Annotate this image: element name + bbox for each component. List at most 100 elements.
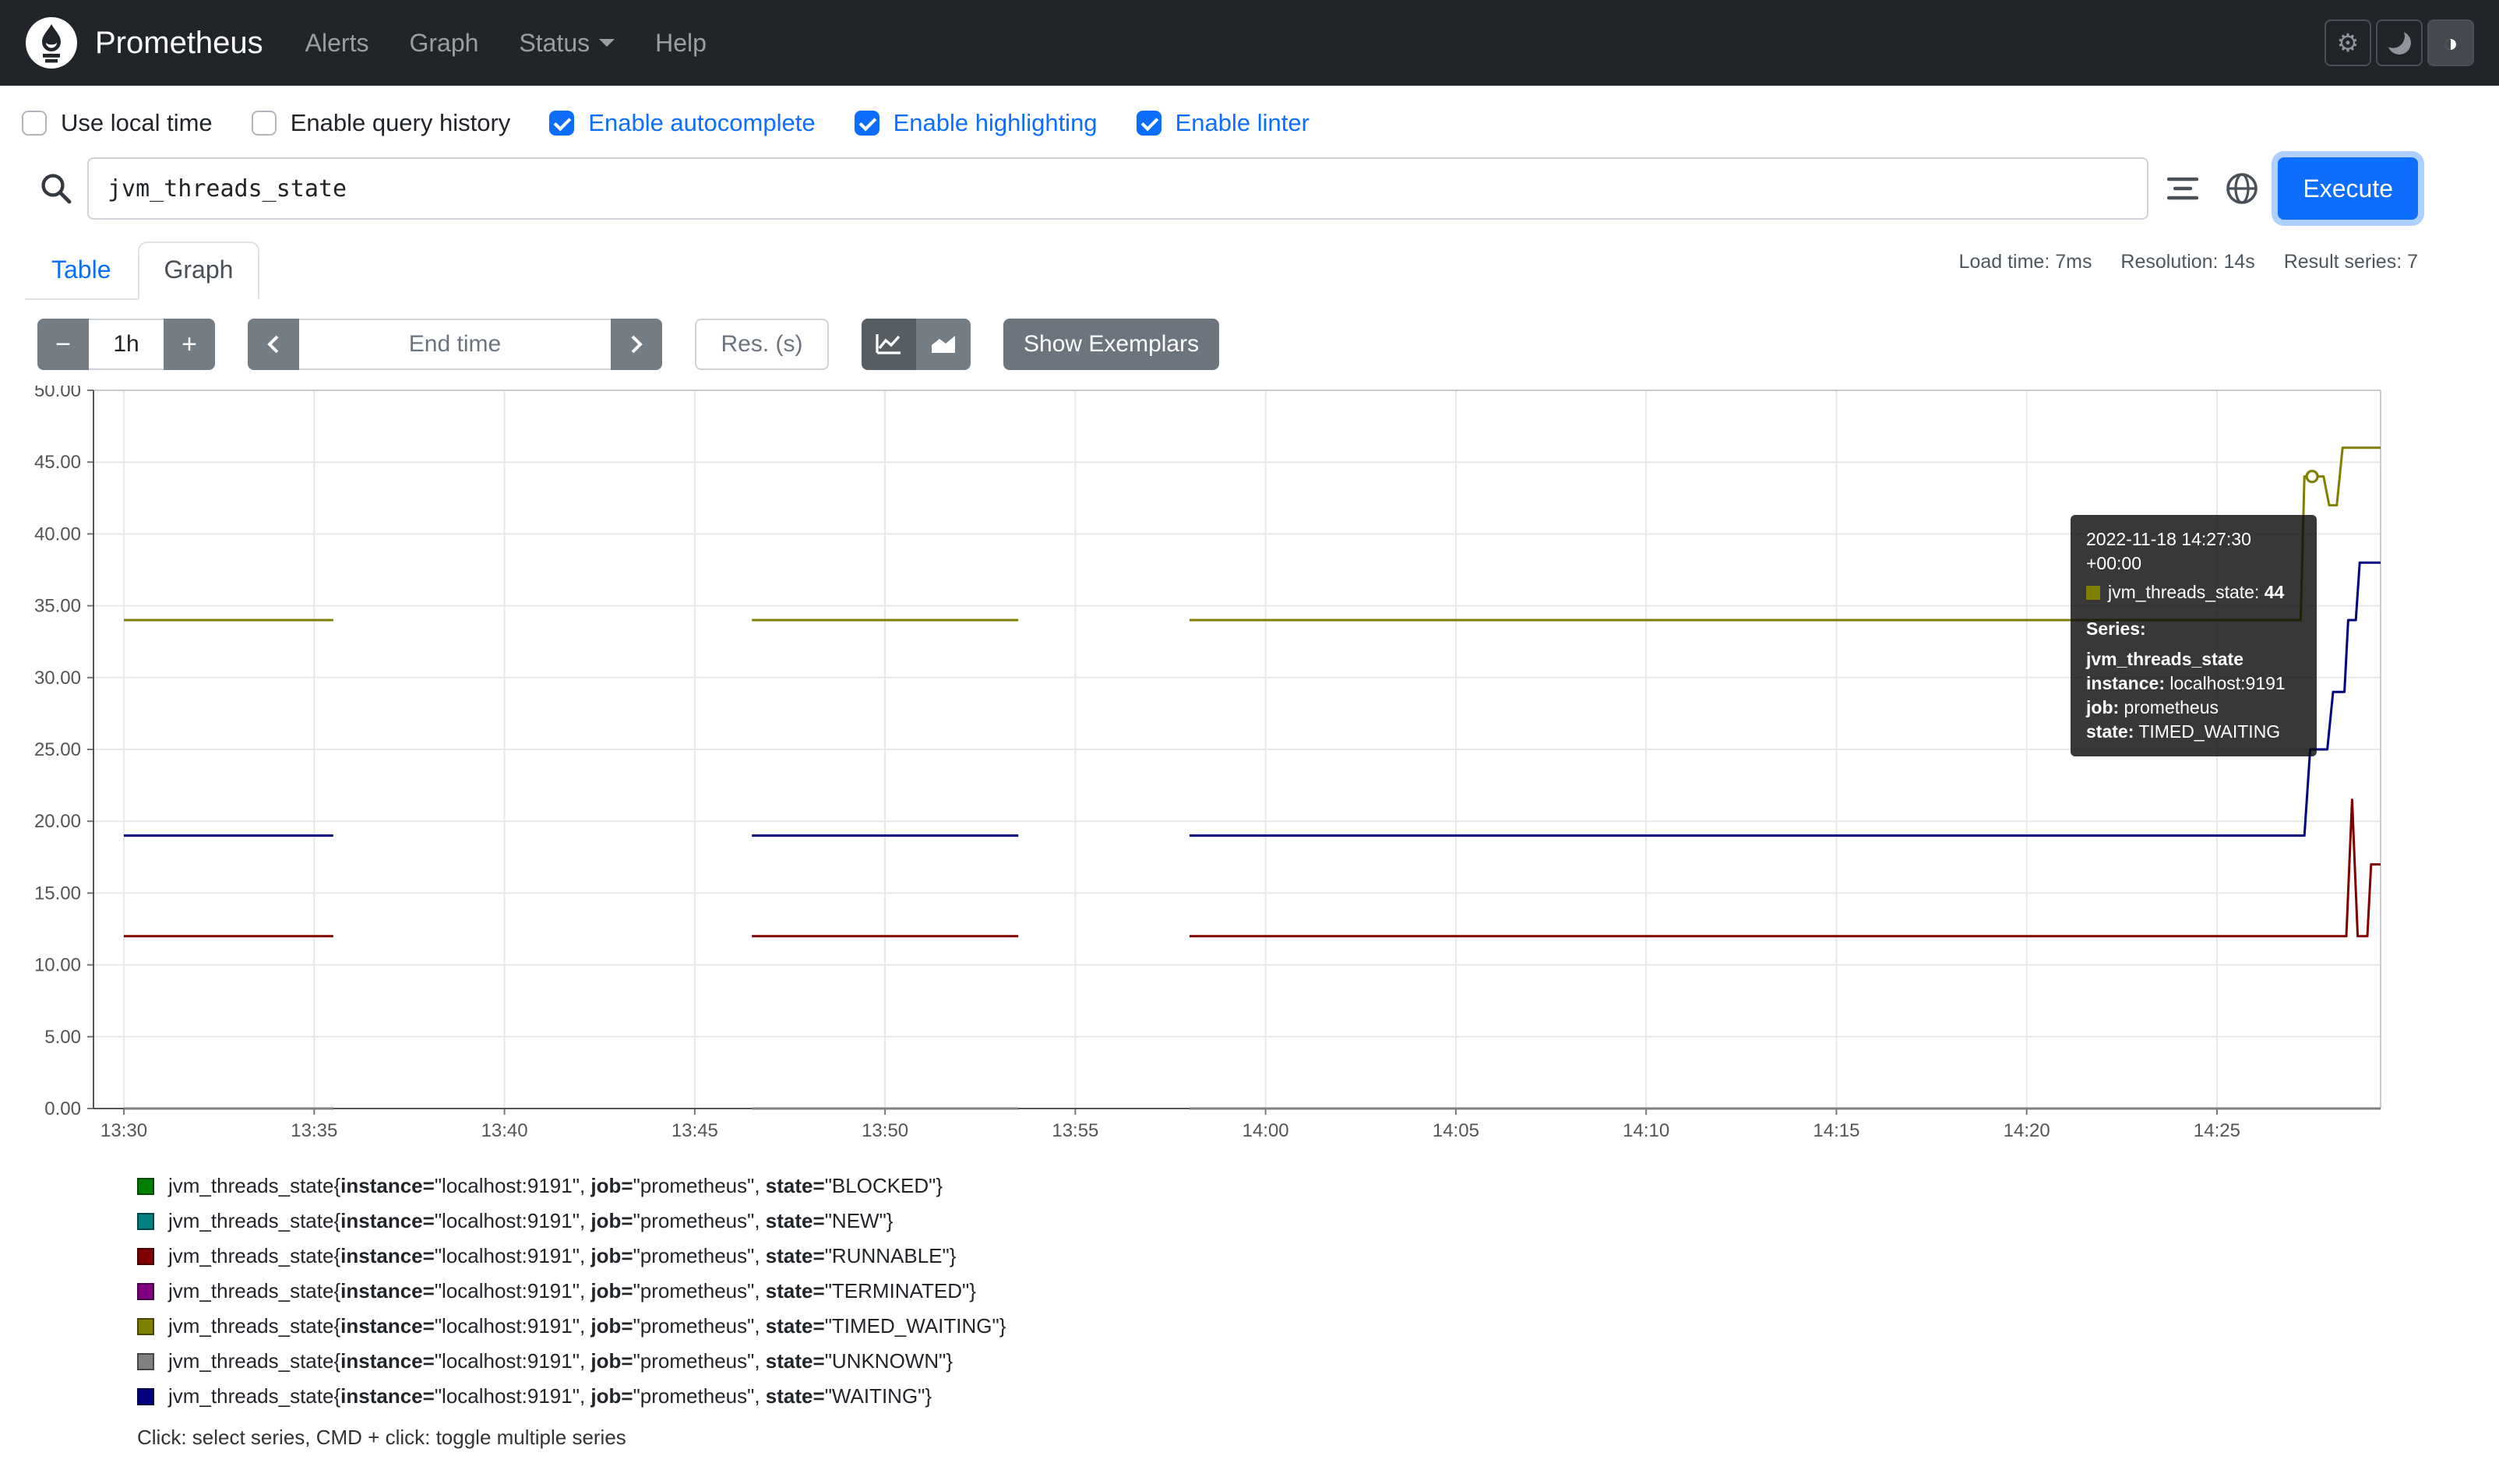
line-chart-button[interactable] [862,319,916,370]
expression-input[interactable] [87,157,2148,220]
time-series-chart[interactable]: 0.005.0010.0015.0020.0025.0030.0035.0040… [25,386,2418,1161]
show-exemplars-button[interactable]: Show Exemplars [1003,319,1219,370]
range-input[interactable] [89,319,164,370]
svg-text:13:50: 13:50 [862,1120,908,1141]
series-selector-label: jvm_threads_state{instance="localhost:91… [168,1209,894,1233]
svg-text:10.00: 10.00 [34,955,81,976]
svg-text:14:00: 14:00 [1242,1120,1289,1141]
increase-range-button[interactable]: + [164,319,215,370]
svg-text:13:30: 13:30 [100,1120,147,1141]
legend-help-text: Click: select series, CMD + click: toggl… [137,1426,2499,1450]
svg-text:40.00: 40.00 [34,523,81,545]
resolution-input[interactable] [695,319,829,370]
nav-item-alerts[interactable]: Alerts [285,16,389,70]
minus-icon: − [55,330,71,360]
svg-text:14:05: 14:05 [1433,1120,1479,1141]
dark-theme-button[interactable] [2376,19,2423,66]
svg-text:14:15: 14:15 [1813,1120,1859,1141]
checkbox-enable-query-history[interactable]: Enable query history [252,109,511,137]
tab-graph[interactable]: Graph [138,241,260,300]
checkbox-box [1137,111,1161,136]
query-stats: Load time: 7ms Resolution: 14s Result se… [1936,251,2418,273]
end-time-input[interactable] [299,319,611,370]
series-selector-label: jvm_threads_state{instance="localhost:91… [168,1279,976,1303]
load-time: Load time: 7ms [1959,251,2092,273]
brand[interactable]: Prometheus [25,16,263,69]
checkbox-enable-autocomplete[interactable]: Enable autocomplete [549,109,815,137]
legend-item[interactable]: jvm_threads_state{instance="localhost:91… [137,1244,2499,1268]
chevron-down-icon [599,39,615,47]
svg-text:45.00: 45.00 [34,452,81,473]
legend-item[interactable]: jvm_threads_state{instance="localhost:91… [137,1209,2499,1233]
format-expression-button[interactable] [2162,168,2203,209]
svg-text:0.00: 0.00 [44,1098,81,1119]
nav-links: Alerts Graph Status Help [285,16,727,70]
series-color-swatch [137,1318,154,1335]
query-bar: Execute [0,137,2499,220]
checkbox-use-local-time[interactable]: Use local time [22,109,213,137]
series-selector-label: jvm_threads_state{instance="localhost:91… [168,1174,943,1198]
navbar-actions: ⚙ ◑ [2325,19,2474,66]
checkbox-enable-highlighting[interactable]: Enable highlighting [855,109,1098,137]
moon-icon [2385,29,2414,58]
navbar: Prometheus Alerts Graph Status Help ⚙ ◑ [0,0,2499,86]
chevron-left-icon [263,332,284,357]
panel-tabs-row: Load time: 7ms Resolution: 14s Result se… [0,220,2499,300]
nav-item-status[interactable]: Status [499,16,635,70]
legend-item[interactable]: jvm_threads_state{instance="localhost:91… [137,1279,2499,1303]
globe-icon [2225,171,2259,206]
range-control: − + [37,319,215,370]
time-forward-button[interactable] [611,319,662,370]
checkbox-enable-linter[interactable]: Enable linter [1137,109,1309,137]
svg-text:25.00: 25.00 [34,739,81,760]
decrease-range-button[interactable]: − [37,319,89,370]
svg-text:15.00: 15.00 [34,883,81,904]
execute-button[interactable]: Execute [2278,157,2418,220]
resolution: Resolution: 14s [2120,251,2254,273]
svg-text:14:20: 14:20 [2004,1120,2050,1141]
series-legend: jvm_threads_state{instance="localhost:91… [137,1174,2499,1408]
svg-text:13:40: 13:40 [481,1120,528,1141]
series-selector-label: jvm_threads_state{instance="localhost:91… [168,1349,953,1373]
time-back-button[interactable] [248,319,299,370]
auto-theme-button[interactable]: ◑ [2427,19,2474,66]
checkbox-box [549,111,574,136]
nav-item-help[interactable]: Help [635,16,727,70]
tab-table[interactable]: Table [25,241,138,298]
svg-text:5.00: 5.00 [44,1027,81,1048]
series-color-swatch [137,1248,154,1265]
panel-tabs: Table Graph [25,241,259,300]
stacked-chart-button[interactable] [916,319,971,370]
nav-item-graph[interactable]: Graph [389,16,499,70]
prometheus-logo-icon [25,16,78,69]
line-chart-icon [876,333,902,356]
svg-text:13:55: 13:55 [1052,1120,1098,1141]
plus-icon: + [182,330,197,360]
half-circle-icon: ◑ [2443,29,2458,58]
checkbox-box [855,111,879,136]
svg-text:14:25: 14:25 [2194,1120,2240,1141]
svg-text:13:35: 13:35 [291,1120,337,1141]
result-series: Result series: 7 [2284,251,2418,273]
series-selector-label: jvm_threads_state{instance="localhost:91… [168,1384,932,1408]
series-selector-label: jvm_threads_state{instance="localhost:91… [168,1314,1006,1338]
legend-item[interactable]: jvm_threads_state{instance="localhost:91… [137,1314,2499,1338]
legend-item[interactable]: jvm_threads_state{instance="localhost:91… [137,1384,2499,1408]
series-color-swatch [137,1388,154,1405]
legend-item[interactable]: jvm_threads_state{instance="localhost:91… [137,1349,2499,1373]
svg-text:13:45: 13:45 [671,1120,718,1141]
settings-button[interactable]: ⚙ [2325,19,2371,66]
brand-title: Prometheus [95,26,263,61]
svg-text:50.00: 50.00 [34,386,81,401]
graph-panel[interactable]: 0.005.0010.0015.0020.0025.0030.0035.0040… [25,386,2418,1168]
graph-controls: − + Show Exemplars [0,300,2499,370]
checkbox-box [22,111,47,136]
query-options: Use local time Enable query history Enab… [0,86,2499,137]
metrics-explorer-button[interactable] [2222,168,2262,209]
svg-text:30.00: 30.00 [34,668,81,689]
search-icon [25,171,87,206]
svg-text:20.00: 20.00 [34,811,81,832]
series-color-swatch [137,1213,154,1230]
legend-item[interactable]: jvm_threads_state{instance="localhost:91… [137,1174,2499,1198]
chevron-right-icon [626,332,647,357]
